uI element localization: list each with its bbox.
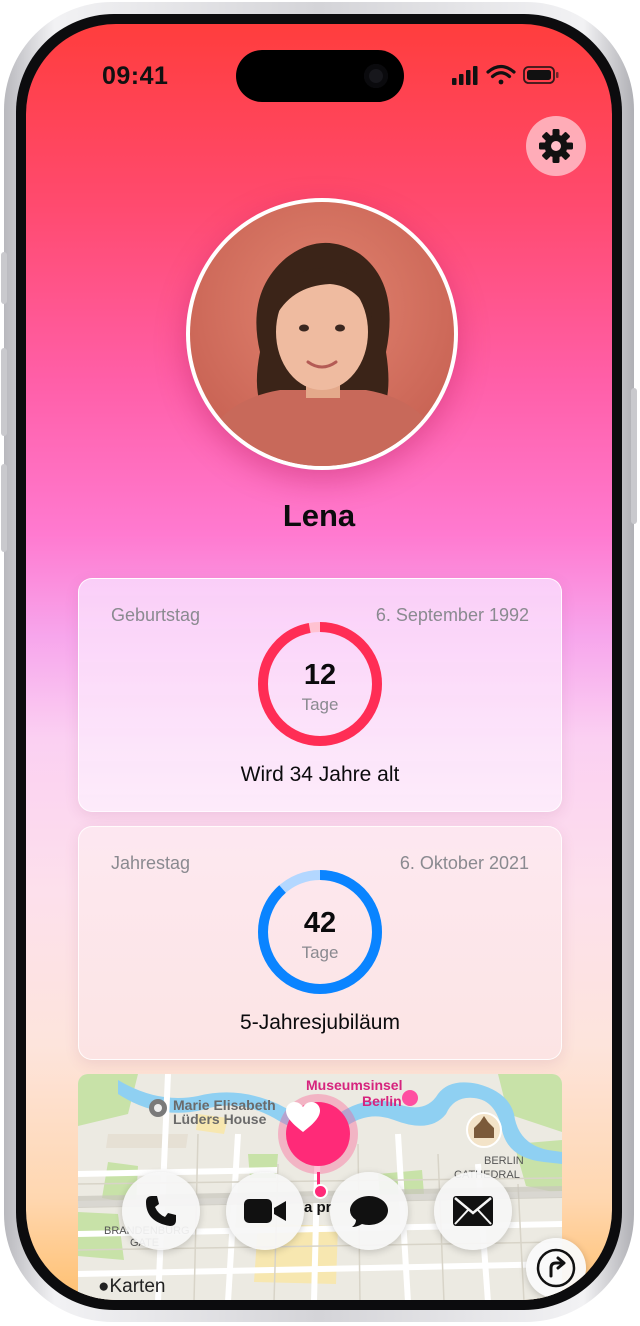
anniversary-card[interactable]: Jahrestag 6. Oktober 2021 42 Tage 5-Jahr… — [78, 826, 562, 1060]
heart-icon — [286, 1102, 320, 1132]
avatar[interactable] — [186, 198, 458, 470]
map-label-house-2: Lüders House — [173, 1111, 267, 1127]
map-label-berlin: Berlin — [362, 1093, 402, 1109]
birthday-days-unit: Tage — [301, 695, 339, 714]
avatar-photo — [190, 202, 454, 466]
apple-logo-icon: ● — [98, 1276, 110, 1297]
gear-icon — [539, 129, 573, 163]
phone-icon — [146, 1196, 176, 1226]
screen: 09:41 Lena Geburtstag 6. September 1992 … — [26, 24, 612, 1300]
bezel: 09:41 Lena Geburtstag 6. September 1992 … — [16, 14, 622, 1310]
battery-icon — [523, 66, 559, 84]
message-icon — [350, 1196, 388, 1227]
anniversary-days-count: 42 — [303, 907, 337, 939]
video-call-button[interactable] — [226, 1172, 304, 1250]
status-time: 09:41 — [102, 62, 169, 90]
video-icon — [244, 1199, 286, 1223]
camera-icon — [364, 64, 388, 88]
map-label-museum: Museumsinsel — [306, 1077, 403, 1093]
directions-icon — [536, 1248, 576, 1288]
birthday-label: Geburtstag — [111, 605, 201, 625]
call-button[interactable] — [122, 1172, 200, 1250]
map-label-partial: a pr — [304, 1199, 332, 1216]
dynamic-island — [236, 50, 404, 102]
pin-dot — [313, 1184, 328, 1199]
mail-button[interactable] — [434, 1172, 512, 1250]
mail-icon — [453, 1196, 493, 1226]
message-button[interactable] — [330, 1172, 408, 1250]
status-bar: 09:41 — [26, 24, 612, 104]
maps-attribution-text: Karten — [109, 1276, 166, 1297]
contact-name: Lena — [282, 498, 356, 533]
signal-icon — [452, 66, 478, 85]
anniversary-days-unit: Tage — [301, 943, 339, 962]
anniversary-subtitle: 5-Jahresjubiläum — [240, 1011, 400, 1034]
anniversary-label: Jahrestag — [111, 853, 191, 873]
volume-up-button — [1, 348, 7, 436]
map-label-cathedral-1: BERLIN — [484, 1155, 524, 1167]
birthday-date: 6. September 1992 — [375, 605, 529, 625]
birthday-card[interactable]: Geburtstag 6. September 1992 12 Tage Wir… — [78, 578, 562, 812]
birthday-subtitle: Wird 34 Jahre alt — [240, 763, 400, 786]
mute-switch — [1, 252, 7, 304]
status-icons — [452, 64, 559, 85]
directions-button[interactable] — [526, 1238, 586, 1298]
wifi-icon — [486, 64, 516, 85]
phone-frame: 09:41 Lena Geburtstag 6. September 1992 … — [1, 2, 637, 1322]
maps-attribution: ●Karten — [98, 1276, 165, 1298]
side-button — [631, 388, 637, 524]
anniversary-date: 6. Oktober 2021 — [399, 853, 529, 873]
settings-button[interactable] — [526, 116, 586, 176]
volume-down-button — [1, 464, 7, 552]
location-pin[interactable] — [286, 1102, 350, 1166]
birthday-days-count: 12 — [303, 659, 337, 691]
